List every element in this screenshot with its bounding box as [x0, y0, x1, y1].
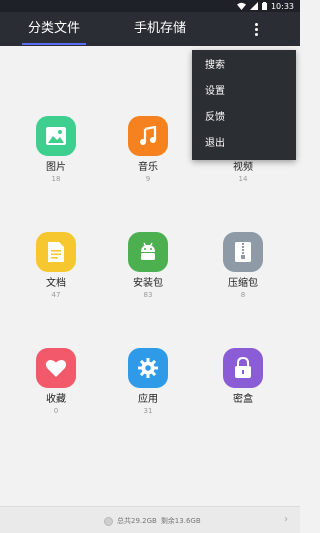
category-apps[interactable]: 应用 31	[108, 348, 188, 416]
category-count: 83	[143, 291, 153, 299]
document-icon	[36, 232, 76, 272]
category-label: 密盒	[233, 394, 253, 405]
gear-icon	[128, 348, 168, 388]
wifi-icon	[236, 2, 246, 10]
status-time: 10:33	[270, 1, 294, 11]
category-count: 8	[240, 291, 246, 299]
music-note-icon	[128, 116, 168, 156]
storage-total: 总共29.2GB	[117, 517, 157, 525]
image-icon	[36, 116, 76, 156]
storage-disc-icon	[104, 516, 113, 526]
zip-icon	[223, 232, 263, 272]
category-vault[interactable]: 密盒	[203, 348, 283, 407]
storage-footer[interactable]: 总共29.2GB 剩余13.6GB ›	[0, 506, 300, 533]
category-archives[interactable]: 压缩包 8	[203, 232, 283, 300]
category-count: 9	[145, 175, 151, 183]
active-tab-indicator	[22, 43, 86, 45]
more-options-icon[interactable]	[248, 20, 264, 38]
android-icon	[128, 232, 168, 272]
tab-categories[interactable]: 分类文件	[22, 12, 86, 46]
category-label: 应用	[138, 394, 158, 405]
category-music[interactable]: 音乐 9	[108, 116, 188, 184]
storage-summary: 总共29.2GB 剩余13.6GB	[104, 515, 201, 527]
status-bar: 10:33	[0, 0, 300, 12]
menu-item-search[interactable]: 搜索	[192, 53, 296, 79]
category-count: 31	[143, 407, 153, 415]
category-documents[interactable]: 文档 47	[16, 232, 96, 300]
chevron-right-icon: ›	[284, 514, 288, 525]
category-favorites[interactable]: 收藏 0	[16, 348, 96, 416]
top-app-bar: 分类文件 手机存储	[0, 12, 300, 46]
category-count: 47	[51, 291, 61, 299]
category-count: 0	[53, 407, 59, 415]
category-label: 视频	[233, 162, 253, 173]
category-label: 压缩包	[228, 278, 258, 289]
heart-icon	[36, 348, 76, 388]
menu-item-feedback[interactable]: 反馈	[192, 105, 296, 131]
category-apk[interactable]: 安装包 83	[108, 232, 188, 300]
category-images[interactable]: 图片 18	[16, 116, 96, 184]
storage-remaining: 剩余13.6GB	[160, 517, 201, 525]
category-count: 14	[238, 175, 248, 183]
menu-item-exit[interactable]: 退出	[192, 131, 296, 157]
tab-phone-storage[interactable]: 手机存储	[128, 12, 192, 46]
category-count: 18	[51, 175, 61, 183]
category-label: 音乐	[138, 162, 158, 173]
signal-icon	[249, 2, 258, 10]
category-label: 收藏	[46, 394, 66, 405]
category-label: 图片	[46, 162, 66, 173]
category-label: 文档	[46, 278, 66, 289]
battery-icon	[261, 2, 267, 10]
overflow-menu: 搜索 设置 反馈 退出	[192, 50, 296, 160]
lock-icon	[223, 348, 263, 388]
menu-item-settings[interactable]: 设置	[192, 79, 296, 105]
category-label: 安装包	[133, 278, 163, 289]
